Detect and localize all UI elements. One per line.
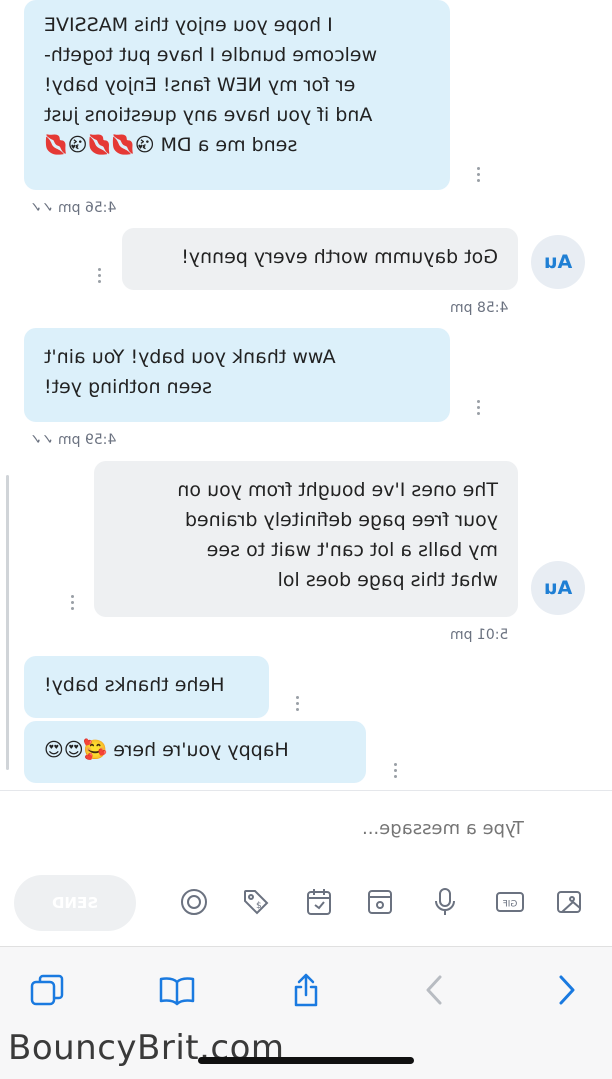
svg-text:GIF: GIF (503, 900, 518, 910)
microphone-icon[interactable] (427, 884, 463, 920)
message-options-icon[interactable] (477, 164, 481, 185)
message-line: seen nothing yet! (44, 376, 212, 398)
message-timestamp: 5:01 pm (450, 627, 509, 643)
chat-area[interactable]: I hope you enjoy this MASSIVE welcome bu… (0, 0, 612, 790)
bookmarks-icon[interactable] (155, 968, 199, 1012)
message-line: Got dayumm worth every penny! (181, 246, 498, 268)
read-checks-icon: ✓✓ (30, 432, 54, 448)
message-line: Aww thank you baby! You ain't (44, 346, 336, 368)
message-line: And if you have any questions just (44, 104, 373, 126)
price-tag-icon[interactable]: $ (238, 884, 274, 920)
message-bubble[interactable]: I hope you enjoy this MASSIVE welcome bu… (24, 0, 450, 190)
message-options-icon[interactable] (98, 265, 102, 286)
tabs-icon[interactable] (25, 968, 69, 1012)
message-bubble[interactable]: Aww thank you baby! You ain't seen nothi… (24, 328, 450, 422)
read-checks-icon: ✓✓ (30, 200, 54, 216)
back-arrow-icon (412, 968, 456, 1012)
gif-icon[interactable]: GIF (492, 884, 528, 920)
svg-text:$: $ (256, 901, 262, 911)
message-line: er for my NEW fans! Enjoy baby! (44, 74, 356, 96)
message-options-icon[interactable] (394, 760, 398, 781)
message-line: my balls a lot can't wait to see (206, 539, 498, 561)
message-options-icon[interactable] (477, 397, 481, 418)
message-line: what this page does lol (277, 569, 498, 591)
message-line: The ones I've bought from you on (177, 479, 498, 501)
message-bubble[interactable]: Hehe thanks baby! (24, 656, 269, 718)
message-timestamp: 4:58 pm (450, 300, 509, 316)
home-indicator[interactable] (198, 1057, 414, 1064)
message-timestamp: 4:59 pm ✓✓ (30, 432, 117, 448)
message-bubble[interactable]: The ones I've bought from you on your fr… (94, 461, 518, 617)
message-line: Hehe thanks baby! (44, 674, 225, 696)
message-input[interactable] (360, 814, 594, 842)
message-line: I hope you enjoy this MASSIVE (44, 14, 333, 36)
forward-arrow-icon[interactable] (545, 968, 589, 1012)
message-line: your free page definitely drained (184, 509, 498, 531)
share-icon[interactable] (284, 968, 328, 1012)
message-options-icon[interactable] (296, 693, 300, 714)
image-icon[interactable] (551, 884, 587, 920)
scrollbar[interactable] (6, 475, 9, 770)
schedule-icon[interactable] (301, 884, 337, 920)
message-bubble[interactable]: Happy you're here 🥰😍😍 (24, 721, 366, 783)
message-line: welcome bundle I have put togeth- (44, 44, 378, 66)
quiz-icon[interactable] (176, 884, 212, 920)
message-line: Happy you're here 🥰😍😍 (44, 739, 289, 761)
media-vault-icon[interactable] (362, 884, 398, 920)
send-button[interactable]: SEND (14, 875, 136, 931)
message-bubble[interactable]: Got dayumm worth every penny! (122, 228, 518, 290)
message-line: send me a DM 😘💋💋😘💋 (44, 134, 298, 156)
message-timestamp: 4:56 pm ✓✓ (30, 200, 117, 216)
avatar[interactable]: Au (531, 235, 585, 289)
message-options-icon[interactable] (71, 592, 75, 613)
avatar[interactable]: Au (531, 561, 585, 615)
